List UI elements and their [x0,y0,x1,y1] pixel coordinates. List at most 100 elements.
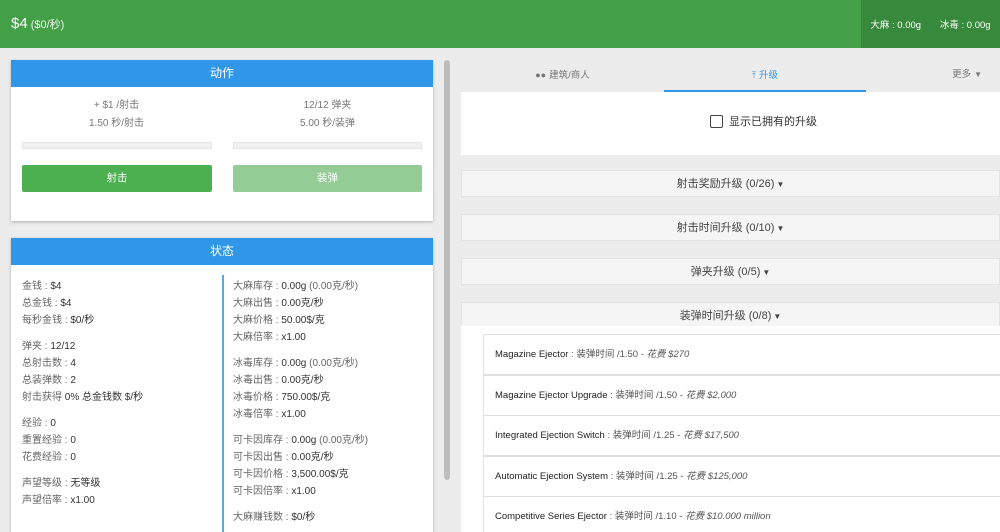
shoot-info: + $1 /射击 1.50 秒/射击 [22,97,211,133]
status-row: 大麻库存 : 0.00g (0.00克/秒) [233,278,368,295]
status-label: 射击获得 [22,392,65,403]
status-row: 经验 : 0 [22,415,143,432]
status-divider [222,275,224,532]
status-label: 总金钱 : [22,298,61,309]
status-value: 3,500.00$/克 [291,469,349,480]
tab-more-label: 更多 [952,69,972,80]
status-label: 金钱 : [22,281,51,292]
status-value: 0.00g [291,435,317,446]
status-row: 冰毒价格 : 750.00$/克 [233,389,368,406]
status-label: 声望倍率 : [22,495,71,506]
status-right-column: 大麻库存 : 0.00g (0.00克/秒) 大麻出售 : 0.00克/秒 大麻价格… [233,278,368,526]
status-label: 可卡因库存 : [233,435,292,446]
status-value: x1.00 [281,409,306,420]
upgrade-effect: : 装弹时间 /1.25 - [604,430,683,441]
status-group-gap [233,500,368,509]
status-label: 可卡因价格 : [233,469,292,480]
caret-down-icon: ▼ [974,70,982,79]
upgrade-name: Integrated Ejection Switch [495,430,605,441]
status-row: 可卡因价格 : 3,500.00$/克 [233,466,368,483]
status-label: 弹夹 : [22,341,51,352]
status-label: 花费经验 : [22,452,71,463]
status-label: 大麻赚钱数 : [233,512,292,523]
upgrade-name: Magazine Ejector [495,349,569,360]
reload-info: 12/12 弹夹 5.00 秒/装弹 [233,97,422,133]
top-bar: $4 ($0/秒) 大麻 : 0.00g 冰毒 : 0.00g [0,0,1000,48]
upgrade-item[interactable]: Competitive Series Ejector : 装弹时间 /1.10 … [483,496,1000,532]
upgrade-item[interactable]: Magazine Ejector : 装弹时间 /1.50 - 花费 $270 [483,334,1000,375]
status-label: 重置经验 : [22,435,71,446]
status-value: $4 [50,281,62,292]
money-rate: ($0/秒) [30,19,65,31]
status-value: x1.00 [291,486,316,497]
caret-down-icon: ▼ [776,224,785,233]
tab-upgrades-label: 升级 [758,70,778,81]
tab-more[interactable]: 更多 ▼ [866,60,1000,92]
upgrade-cost: 花费 $2,000 [685,390,737,401]
shoot-progress-bar [22,142,212,149]
status-value: 50.00$/克 [281,315,325,326]
status-value: $0/秒 [70,315,95,326]
status-value: 0 [50,418,56,429]
status-row: 金钱 : $4 [22,278,143,295]
upgrade-cost: 花费 $270 [646,349,690,360]
status-value: 0.00克/秒 [281,298,324,309]
status-value: 0.00克/秒 [291,452,334,463]
money-display: $4 ($0/秒) [11,15,64,32]
status-row: 声望倍率 : x1.00 [22,492,143,509]
status-value: 2 [70,375,76,386]
upgrade-effect: : 装弹时间 /1.50 - [607,390,686,401]
status-row: 大麻赚钱数 : $0/秒 [233,509,368,526]
status-row: 重置经验 : 0 [22,432,143,449]
reload-progress-bar [233,142,422,149]
caret-down-icon: ▼ [773,312,782,321]
category-shoot-time[interactable]: 射击时间升级 (0/10) ▼ [461,214,1000,241]
status-label: 每秒金钱 : [22,315,71,326]
upgrade-item[interactable]: Magazine Ejector Upgrade : 装弹时间 /1.50 - … [483,375,1000,416]
status-row: 射击获得 0% 总金钱数 $/秒 [22,389,143,406]
arrow-circle-up-icon: ⤒ [752,70,756,80]
money-value: $4 [11,15,28,32]
status-value: 0.00g [281,281,307,292]
status-label: 总装弹数 : [22,375,71,386]
status-row: 总射击数 : 4 [22,355,143,372]
show-owned-checkbox[interactable] [710,115,723,128]
status-label: 冰毒库存 : [233,358,282,369]
caret-down-icon: ▼ [762,268,771,277]
category-reload-time[interactable]: 装弹时间升级 (0/8) ▼ [461,302,1000,329]
show-owned-label[interactable]: 显示已拥有的升级 [729,115,817,129]
shoot-button[interactable]: 射击 [22,165,212,192]
status-value: 12/12 [50,341,76,352]
tab-upgrades[interactable]: ⤒ 升级 [664,60,866,92]
left-scrollbar[interactable] [444,60,450,480]
status-group-gap [22,406,143,415]
users-icon: ●● [535,70,547,80]
status-value: 4 [70,358,76,369]
status-row: 总金钱 : $4 [22,295,143,312]
status-group-gap [233,346,368,355]
status-rate: (0.00克/秒) [306,358,359,369]
status-value: 0.00克/秒 [281,375,324,386]
upgrade-effect: : 装弹时间 /1.50 - [568,349,647,360]
category-magazine[interactable]: 弹夹升级 (0/5) ▼ [461,258,1000,285]
weed-amount: 大麻 : 0.00g [870,20,922,31]
reload-time: 5.00 秒/装弹 [299,118,356,129]
status-value: 0 [70,435,76,446]
upgrade-list: Magazine Ejector : 装弹时间 /1.50 - 花费 $270 … [461,326,1000,532]
category-label: 装弹时间升级 (0/8) [679,310,772,322]
status-value: 0.00g [281,358,307,369]
status-row: 冰毒库存 : 0.00g (0.00克/秒) [233,355,368,372]
status-group-gap [233,423,368,432]
tab-buildings[interactable]: ●● 建筑/商人 [461,60,664,92]
reload-button[interactable]: 装弹 [233,165,422,192]
category-shoot-reward[interactable]: 射击奖励升级 (0/26) ▼ [461,170,1000,197]
upgrade-item[interactable]: Integrated Ejection Switch : 装弹时间 /1.25 … [483,415,1000,456]
status-group-gap [22,329,143,338]
upgrade-cost: 花费 $10.000 million [685,511,771,522]
category-label: 射击奖励升级 (0/26) [676,178,775,190]
status-row: 大麻倍率 : x1.00 [233,329,368,346]
status-value: 无等级 [70,478,101,489]
status-row: 弹夹 : 12/12 [22,338,143,355]
status-label: 总射击数 : [22,358,71,369]
upgrade-item[interactable]: Automatic Ejection System : 装弹时间 /1.25 -… [483,456,1000,497]
